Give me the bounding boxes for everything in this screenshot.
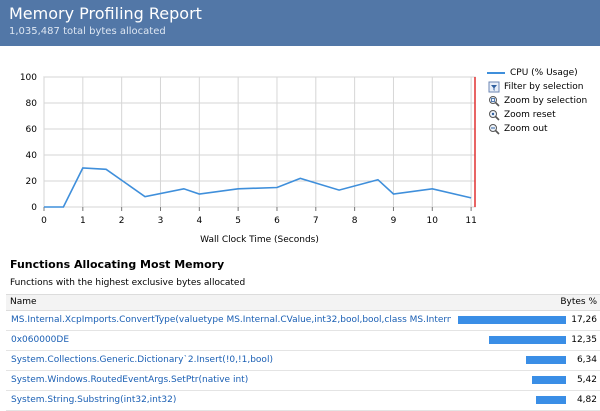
table-header: Name Bytes % <box>6 294 600 311</box>
legend-series-cpu: CPU (% Usage) <box>487 66 587 80</box>
section-subtitle: Functions with the highest exclusive byt… <box>10 278 246 288</box>
filter-icon <box>487 81 500 93</box>
x-tick-label: 4 <box>196 216 202 226</box>
bytes-percent-value: 17,26 <box>571 315 597 325</box>
chart-legend: CPU (% Usage) Filter by selection Zoom b… <box>487 66 587 136</box>
table-row[interactable]: System.Collections.Generic.Dictionary`2.… <box>6 351 600 371</box>
zoom-out-label: Zoom out <box>504 124 548 134</box>
bytes-percent-value: 6,34 <box>576 355 597 365</box>
legend-line-swatch <box>487 72 505 74</box>
zoom-reset-link[interactable]: Zoom reset <box>487 108 587 122</box>
x-tick-label: 9 <box>391 216 397 226</box>
x-tick-label: 10 <box>427 216 439 226</box>
x-tick-label: 3 <box>158 216 164 226</box>
bytes-percent-bar <box>532 376 566 384</box>
table-row[interactable]: 0x060000DE 12,35 <box>6 331 600 351</box>
bytes-percent-bar <box>488 336 566 344</box>
zoom-reset-label: Zoom reset <box>504 110 556 120</box>
table-row[interactable]: System.String.Substring(int32,int32) 4,8… <box>6 391 600 411</box>
bytes-percent-value: 5,42 <box>576 375 597 385</box>
x-tick-label: 5 <box>235 216 241 226</box>
x-tick-label: 0 <box>41 216 47 226</box>
filter-by-selection-label: Filter by selection <box>504 82 584 92</box>
zoom-selection-icon <box>487 95 500 107</box>
table-row[interactable]: MS.Internal.XcpImports.ConvertType(value… <box>6 311 600 331</box>
report-header: Memory Profiling Report 1,035,487 total … <box>0 0 600 46</box>
x-tick-label: 11 <box>465 216 476 226</box>
bytes-percent-value: 4,82 <box>576 395 597 405</box>
function-name-link[interactable]: 0x060000DE <box>11 335 451 345</box>
y-tick-label: 20 <box>26 177 38 187</box>
zoom-by-selection-link[interactable]: Zoom by selection <box>487 94 587 108</box>
x-tick-label: 6 <box>274 216 280 226</box>
function-name-link[interactable]: System.Windows.RoutedEventArgs.SetPtr(na… <box>11 375 451 385</box>
function-name-link[interactable]: MS.Internal.XcpImports.ConvertType(value… <box>11 315 451 325</box>
y-tick-label: 40 <box>26 151 38 161</box>
filter-by-selection-link[interactable]: Filter by selection <box>487 80 587 94</box>
zoom-out-icon <box>487 123 500 135</box>
y-tick-label: 100 <box>20 73 37 83</box>
bytes-percent-bar <box>458 316 566 324</box>
function-name-link[interactable]: System.Collections.Generic.Dictionary`2.… <box>11 355 451 365</box>
zoom-reset-icon <box>487 109 500 121</box>
table-row[interactable]: System.Windows.RoutedEventArgs.SetPtr(na… <box>6 371 600 391</box>
report-title: Memory Profiling Report <box>9 4 202 23</box>
bytes-percent-bar <box>526 356 566 364</box>
column-header-name[interactable]: Name <box>10 297 37 307</box>
x-tick-label: 7 <box>313 216 319 226</box>
x-tick-label: 8 <box>352 216 358 226</box>
y-tick-label: 80 <box>26 99 38 109</box>
zoom-out-link[interactable]: Zoom out <box>487 122 587 136</box>
report-subtitle: 1,035,487 total bytes allocated <box>9 26 166 37</box>
bytes-percent-value: 12,35 <box>571 335 597 345</box>
section-title: Functions Allocating Most Memory <box>10 258 225 271</box>
zoom-by-selection-label: Zoom by selection <box>504 96 588 106</box>
x-tick-label: 1 <box>80 216 86 226</box>
functions-table: Name Bytes % MS.Internal.XcpImports.Conv… <box>6 294 600 411</box>
column-header-bytes[interactable]: Bytes % <box>560 297 597 307</box>
function-name-link[interactable]: System.String.Substring(int32,int32) <box>11 395 451 405</box>
cpu-usage-chart[interactable]: 100 80 60 40 20 00 1 2 3 4 5 6 7 8 9 10 11 Wall Clock Tim… <box>0 58 480 248</box>
y-tick-label: 60 <box>26 125 38 135</box>
y-tick-label: 0 <box>31 203 37 213</box>
legend-series-label: CPU (% Usage) <box>510 68 578 78</box>
x-axis-label: Wall Clock Time (Seconds) <box>200 235 319 245</box>
x-tick-label: 2 <box>119 216 125 226</box>
